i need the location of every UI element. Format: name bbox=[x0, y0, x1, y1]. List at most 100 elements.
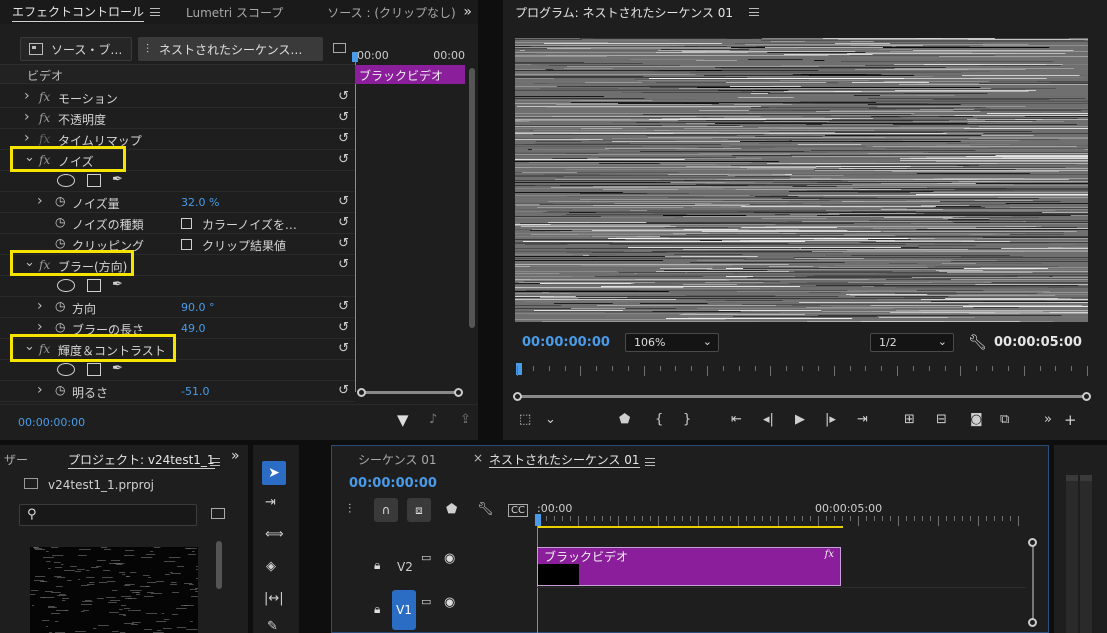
view-chevron-down-icon[interactable]: ⌄ bbox=[545, 412, 556, 427]
stopwatch-icon[interactable]: ◷ bbox=[55, 236, 65, 250]
sequence-chip[interactable]: ⫶ ネストされたシーケンス… bbox=[138, 37, 323, 61]
reset-icon[interactable]: ↺ bbox=[338, 131, 349, 146]
nest-icon[interactable]: ⫶ bbox=[348, 502, 351, 517]
lift-icon[interactable]: ⊞ bbox=[904, 412, 915, 427]
mask-tools-row[interactable]: ✒ bbox=[0, 360, 355, 381]
overflow-chevron-icon[interactable]: » bbox=[455, 4, 480, 20]
param-value[interactable]: 32.0 % bbox=[181, 196, 219, 209]
linked-selection-icon[interactable]: ⧈ bbox=[407, 498, 431, 522]
effect-timecode[interactable]: 00:00:00:00 bbox=[18, 416, 85, 429]
program-timecode[interactable]: 00:00:00:00 bbox=[522, 335, 610, 350]
track-select-tool-icon[interactable]: ⇥ bbox=[265, 495, 276, 510]
resolution-select[interactable]: 1/2 ⌄ bbox=[870, 333, 954, 352]
effect-row[interactable]: › fx モーション ↺ bbox=[0, 87, 355, 108]
project-scrollbar[interactable] bbox=[216, 541, 222, 589]
fx-toggle-icon[interactable]: fx bbox=[39, 111, 50, 125]
source-chip[interactable]: ソース・ブ… bbox=[20, 37, 132, 61]
rectangle-mask-icon[interactable] bbox=[87, 363, 101, 376]
effect-row[interactable]: › fx 不透明度 ↺ bbox=[0, 108, 355, 129]
chevron-right-icon[interactable]: › bbox=[37, 193, 43, 209]
fx-toggle-icon[interactable]: fx bbox=[39, 90, 50, 104]
rectangle-mask-icon[interactable] bbox=[87, 174, 101, 187]
project-menu-icon[interactable] bbox=[210, 458, 220, 466]
param-row[interactable]: › ◷ 明るさ -51.0 ↺ bbox=[0, 381, 355, 402]
mark-in-icon[interactable]: { bbox=[655, 412, 663, 427]
timeline-vscroll[interactable] bbox=[1028, 538, 1038, 628]
marker-icon[interactable]: ⬟ bbox=[619, 412, 630, 427]
stopwatch-icon[interactable]: ◷ bbox=[55, 383, 65, 397]
compare-icon[interactable]: ⧉ bbox=[1000, 412, 1009, 427]
fx-toggle-icon[interactable]: fx bbox=[39, 132, 50, 146]
selection-tool-icon[interactable]: ➤ bbox=[262, 461, 286, 485]
go-to-out-icon[interactable]: ⇥ bbox=[857, 412, 868, 427]
checkbox[interactable] bbox=[181, 239, 192, 250]
mini-playhead-handle[interactable] bbox=[352, 52, 358, 62]
sync-lock-icon[interactable]: ▭ bbox=[421, 551, 431, 564]
timeline-clip[interactable]: ブラックビデオ fx bbox=[537, 547, 841, 586]
export-icon[interactable]: ⇪ bbox=[460, 412, 471, 427]
lock-icon[interactable]: 🔒︎ bbox=[374, 558, 380, 573]
add-marker-icon[interactable]: ⬟ bbox=[446, 502, 457, 517]
ellipse-mask-icon[interactable] bbox=[57, 363, 75, 376]
chevron-right-icon[interactable]: › bbox=[24, 109, 30, 125]
razor-tool-icon[interactable]: ◈ bbox=[266, 559, 276, 574]
eye-icon[interactable]: ◉ bbox=[444, 551, 455, 566]
reset-icon[interactable]: ↺ bbox=[338, 215, 349, 230]
ellipse-mask-icon[interactable] bbox=[57, 279, 75, 292]
param-row[interactable]: ◷ ノイズの種類 カラーノイズを… ↺ bbox=[0, 213, 355, 234]
effect-scrollbar[interactable] bbox=[469, 68, 475, 328]
camera-icon[interactable]: ◙ bbox=[970, 412, 983, 427]
mask-tools-row[interactable]: ✒ bbox=[0, 276, 355, 297]
snap-toggle-icon[interactable]: ∩ bbox=[374, 498, 398, 522]
project-overflow-icon[interactable]: » bbox=[231, 448, 240, 464]
param-value[interactable]: 90.0 ° bbox=[181, 301, 215, 314]
reset-icon[interactable]: ↺ bbox=[338, 194, 349, 209]
timeline-playhead-handle[interactable] bbox=[535, 514, 541, 526]
track-name-v2[interactable]: V2 bbox=[397, 560, 413, 574]
param-row[interactable]: › ◷ 方向 90.0 ° ↺ bbox=[0, 297, 355, 318]
timeline-menu-icon[interactable] bbox=[645, 458, 655, 466]
reset-icon[interactable]: ↺ bbox=[338, 383, 349, 398]
tab-program[interactable]: プログラム: ネストされたシーケンス 01 bbox=[503, 4, 767, 21]
tab-lumetri-scopes[interactable]: Lumetri スコープ bbox=[178, 4, 291, 21]
reset-icon[interactable]: ↺ bbox=[338, 320, 349, 335]
tab-effect-controls[interactable]: エフェクトコントロール bbox=[0, 3, 168, 22]
chevron-right-icon[interactable]: › bbox=[37, 319, 43, 335]
chevron-right-icon[interactable]: › bbox=[24, 130, 30, 146]
reset-icon[interactable]: ↺ bbox=[338, 257, 349, 272]
mark-out-icon[interactable]: } bbox=[683, 412, 691, 427]
add-button-icon[interactable]: + bbox=[1064, 411, 1077, 429]
reset-icon[interactable]: ↺ bbox=[338, 236, 349, 251]
audio-icon[interactable]: ♪ bbox=[429, 412, 437, 427]
ellipse-mask-icon[interactable] bbox=[57, 174, 75, 187]
play-icon[interactable]: ▶ bbox=[795, 412, 805, 427]
param-value[interactable]: 49.0 bbox=[181, 322, 206, 335]
panel-menu-icon[interactable] bbox=[150, 8, 161, 16]
eye-icon-v1[interactable]: ◉ bbox=[444, 595, 455, 610]
mask-tools-row[interactable]: ✒ bbox=[0, 171, 355, 192]
browser-tab-partial[interactable]: ザー bbox=[4, 451, 28, 468]
tab-source[interactable]: ソース : (クリップなし) bbox=[319, 4, 463, 21]
chevron-right-icon[interactable]: › bbox=[37, 382, 43, 398]
overflow-chevron-icon-2[interactable]: » bbox=[1044, 412, 1052, 427]
reset-icon[interactable]: ↺ bbox=[338, 341, 349, 356]
timeline-tab-sequence-01[interactable]: シーケンス 01 bbox=[358, 451, 437, 468]
go-to-in-icon[interactable]: ⇤ bbox=[731, 412, 742, 427]
lock-icon-v1[interactable]: 🔒︎ bbox=[374, 602, 380, 617]
stopwatch-icon[interactable]: ◷ bbox=[55, 215, 65, 229]
reset-icon[interactable]: ↺ bbox=[338, 299, 349, 314]
pen-mask-icon[interactable]: ✒ bbox=[112, 361, 123, 376]
expand-panel-icon[interactable] bbox=[333, 43, 346, 53]
ripple-edit-tool-icon[interactable]: ⟺ bbox=[265, 527, 284, 542]
slip-tool-icon[interactable]: |↔| bbox=[264, 591, 284, 606]
tab-project[interactable]: プロジェクト: v24test1_1 bbox=[68, 451, 215, 469]
reset-icon[interactable]: ↺ bbox=[338, 89, 349, 104]
chevron-right-icon[interactable]: › bbox=[37, 298, 43, 314]
program-scrollbar[interactable] bbox=[513, 392, 1091, 402]
effect-zoom-scrollbar[interactable] bbox=[357, 388, 463, 398]
param-row[interactable]: › ◷ ノイズ量 32.0 % ↺ bbox=[0, 192, 355, 213]
timeline-timecode[interactable]: 00:00:00:00 bbox=[349, 476, 437, 491]
pen-mask-icon[interactable]: ✒ bbox=[112, 277, 123, 292]
stopwatch-icon[interactable]: ◷ bbox=[55, 299, 65, 313]
track-target-v1[interactable]: V1 bbox=[392, 590, 416, 630]
